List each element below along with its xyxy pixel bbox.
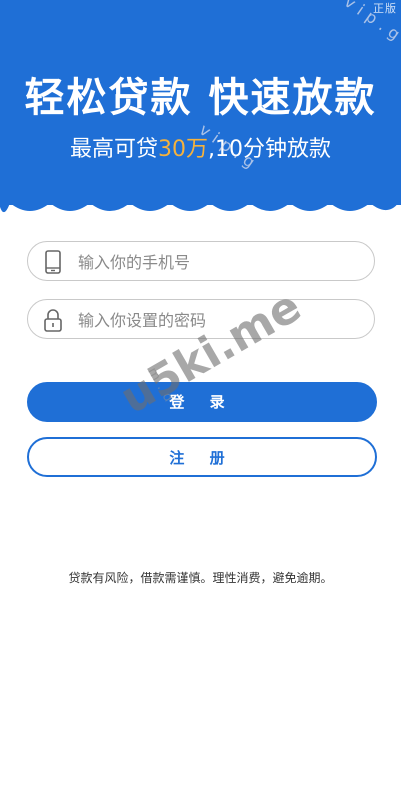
subline-prefix: 最高可贷 <box>69 137 158 162</box>
loan-amount-highlight: 30万 <box>158 137 208 162</box>
phone-field[interactable] <box>27 241 375 282</box>
phone-icon <box>45 250 61 274</box>
version-badge: 正版 <box>373 2 397 15</box>
wave-divider <box>0 193 401 213</box>
register-button[interactable]: 注 册 <box>27 437 377 477</box>
page-subline: 最高可贷30万,10分钟放款 <box>0 131 401 163</box>
hero-banner: 正版 轻松贷款 快速放款 最高可贷30万,10分钟放款 <box>0 0 401 205</box>
password-input[interactable] <box>76 300 360 340</box>
lock-icon <box>44 309 62 332</box>
phone-input[interactable] <box>76 242 360 282</box>
subline-suffix: ,10分钟放款 <box>208 137 331 162</box>
risk-disclaimer: 贷款有风险，借款需谨慎。理性消费，避免逾期。 <box>68 571 333 585</box>
password-field[interactable] <box>27 299 375 340</box>
login-button[interactable]: 登 录 <box>27 382 377 422</box>
page-headline: 轻松贷款 快速放款 <box>24 75 377 121</box>
